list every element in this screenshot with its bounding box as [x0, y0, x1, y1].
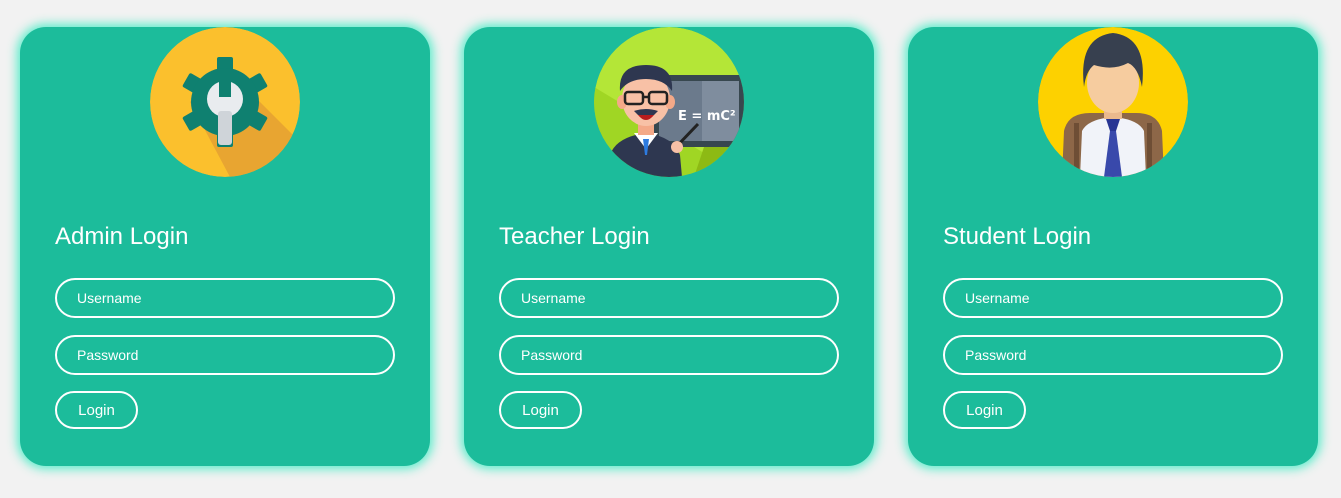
teacher-login-card: E = mC² Teacher Login Login — [464, 27, 874, 466]
student-login-title: Student Login — [943, 223, 1092, 250]
blackboard-formula: E = mC² — [678, 109, 736, 124]
admin-login-button[interactable]: Login — [55, 391, 138, 429]
admin-login-card: Admin Login Login — [20, 27, 430, 466]
admin-password-input[interactable] — [55, 335, 395, 375]
student-avatar-icon — [1038, 27, 1188, 177]
admin-username-input[interactable] — [55, 278, 395, 318]
teacher-login-button[interactable]: Login — [499, 391, 582, 429]
student-username-input[interactable] — [943, 278, 1283, 318]
admin-login-title: Admin Login — [55, 223, 189, 250]
teacher-avatar-icon: E = mC² — [594, 27, 744, 177]
teacher-username-input[interactable] — [499, 278, 839, 318]
student-password-input[interactable] — [943, 335, 1283, 375]
teacher-password-input[interactable] — [499, 335, 839, 375]
teacher-login-title: Teacher Login — [499, 223, 650, 250]
student-login-card: Student Login Login — [908, 27, 1318, 466]
student-login-button[interactable]: Login — [943, 391, 1026, 429]
admin-gear-wrench-icon — [150, 27, 300, 177]
